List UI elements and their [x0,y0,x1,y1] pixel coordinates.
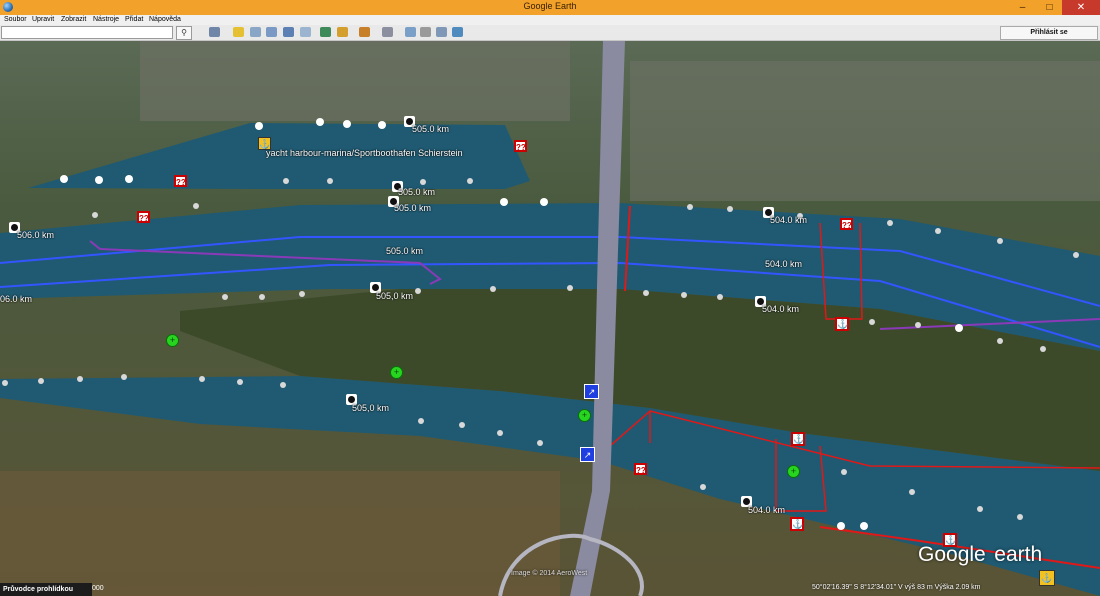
menu-upravit[interactable]: Upravit [32,15,54,25]
marina-label: yacht harbour-marina/Sportboothafen Schi… [266,148,463,158]
tour-guide-counter: 000 [92,585,104,592]
search-icon[interactable]: ⚲ [176,26,192,40]
title-bar: Google Earth – □ ✕ [0,0,1100,15]
menu-soubor[interactable]: Soubor [4,15,27,25]
question-marker-icon[interactable]: ?? [840,218,853,230]
status-coordinates: 50°02'16.39" S 8°12'34.01" V výš 83 m Vý… [812,584,981,591]
imagery-credit: Image © 2014 AeroWest [511,570,588,577]
window-title: Google Earth [523,1,577,11]
no-anchoring-sign-icon[interactable]: ⚓ [791,432,805,446]
toolbar: ⚲ Přihlásit se [0,25,1100,41]
km-label: 506.0 km [17,230,55,240]
historical-imagery-icon[interactable] [320,27,331,37]
km-label: 505.0 km [412,124,450,134]
maximize-button[interactable]: □ [1036,0,1063,15]
km-label: 505,0 km [352,403,390,413]
mooring-icon[interactable] [125,175,133,183]
km-label: 505.0 km [394,203,432,213]
question-marker-icon[interactable]: ?? [137,211,150,223]
menu-nastroje[interactable]: Nástroje [93,15,119,25]
km-label: 504.0 km [762,304,800,314]
email-icon[interactable] [405,27,416,37]
mooring-icon[interactable] [955,324,963,332]
menu-pridat[interactable]: Přidat [125,15,143,25]
path-icon[interactable] [266,27,277,37]
mooring-icon[interactable] [95,176,103,184]
km-label: 504.0 km [765,259,803,269]
green-buoy-icon[interactable]: + [390,366,403,379]
map-imagery [0,41,1100,596]
logo-google: Google [918,543,986,566]
print-icon[interactable] [420,27,431,37]
mooring-icon[interactable] [60,175,68,183]
mooring-icon[interactable] [343,120,351,128]
map-view[interactable]: 506.0 km 06.0 km 505.0 km 505.0 km 505.0… [0,41,1100,596]
mooring-icon[interactable] [837,522,845,530]
mooring-icon[interactable] [860,522,868,530]
minimize-button[interactable]: – [1009,0,1036,15]
menu-bar: Soubor Upravit Zobrazit Nástroje Přidat … [0,15,1100,25]
question-marker-icon[interactable]: ?? [514,140,527,152]
logo-earth: earth [994,543,1043,566]
google-earth-logo: Google earth [918,534,1042,569]
no-anchoring-sign-icon[interactable]: ⚓ [835,317,849,331]
placemark-icon[interactable] [233,27,244,37]
mooring-icon[interactable] [540,198,548,206]
planets-icon[interactable] [359,27,370,37]
question-marker-icon[interactable]: ?? [634,463,647,475]
mooring-icon[interactable] [316,118,324,126]
image-overlay-icon[interactable] [283,27,294,37]
maps-icon[interactable] [452,27,463,37]
sign-in-button[interactable]: Přihlásit se [1000,26,1098,40]
tour-guide-button[interactable]: Průvodce prohlídkou [0,583,92,596]
navigation-sign-icon[interactable]: ↗ [584,384,599,399]
mooring-icon[interactable] [378,121,386,129]
search-input[interactable] [1,26,173,39]
green-buoy-icon[interactable]: + [787,465,800,478]
km-label: 505.0 km [386,246,424,256]
ruler-icon[interactable] [382,27,393,37]
km-label: 504.0 km [770,215,808,225]
no-anchoring-sign-icon[interactable]: ⚓ [790,517,804,531]
sidebar-toggle-icon[interactable] [209,27,220,37]
street-view-pegman-icon[interactable]: ⚓ [1039,570,1055,586]
sunlight-icon[interactable] [337,27,348,37]
menu-zobrazit[interactable]: Zobrazit [61,15,86,25]
question-marker-icon[interactable]: ?? [174,175,187,187]
green-buoy-icon[interactable]: + [166,334,179,347]
mooring-icon[interactable] [500,198,508,206]
km-label: 505,0 km [376,291,414,301]
green-buoy-icon[interactable]: + [578,409,591,422]
km-label: 06.0 km [0,294,33,304]
navigation-sign-icon[interactable]: ↗ [580,447,595,462]
polygon-icon[interactable] [250,27,261,37]
mooring-icon[interactable] [255,122,263,130]
km-label: 505.0 km [398,187,436,197]
save-image-icon[interactable] [436,27,447,37]
record-tour-icon[interactable] [300,27,311,37]
km-label: 504.0 km [748,505,786,515]
close-button[interactable]: ✕ [1062,0,1100,15]
menu-napoveda[interactable]: Nápověda [149,15,181,25]
